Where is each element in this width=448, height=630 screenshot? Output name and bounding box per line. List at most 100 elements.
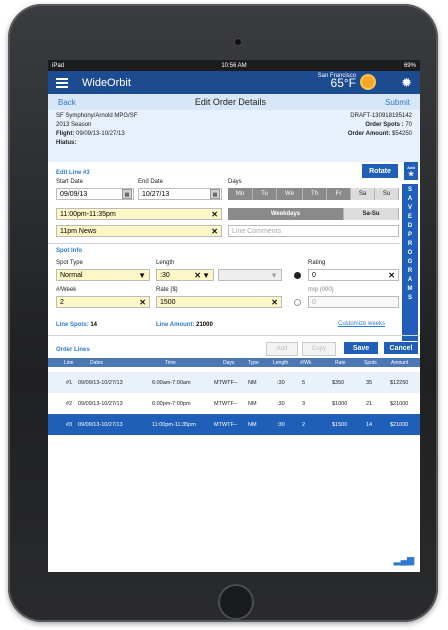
cell-per-week: 2	[302, 421, 306, 428]
order-header: SF Symphony/Arnold MPG/SF 2013 Season Fl…	[48, 110, 420, 162]
calendar-icon[interactable]: ▦	[122, 189, 132, 199]
end-date-label: End Date	[138, 179, 164, 185]
rating-label: Rating	[308, 260, 326, 266]
sun-icon	[362, 76, 374, 88]
clear-icon[interactable]: ✕	[211, 227, 218, 236]
menu-icon[interactable]	[56, 76, 68, 90]
day-mo[interactable]: Mo	[228, 188, 253, 200]
day-tu[interactable]: Tu	[253, 188, 277, 200]
col-line: Line	[64, 359, 74, 366]
draft-id: DRAFT-130918195142	[350, 113, 412, 119]
flight-label: Flight:	[56, 131, 75, 137]
rate-field[interactable]: 1500 ✕	[156, 296, 282, 308]
cell-dates: 09/09/13-10/27/13	[78, 421, 123, 428]
table-row[interactable]: #2 09/09/13-10/27/13 6:00pm-7:00pm MTWTF…	[48, 393, 420, 414]
clear-icon[interactable]: ✕	[388, 271, 395, 280]
cell-type: NM	[248, 421, 257, 428]
day-fr[interactable]: Fr	[327, 188, 351, 200]
imp-label: Imp (000)	[308, 287, 334, 293]
cell-amount: $12250	[390, 379, 409, 386]
save-button[interactable]: Save	[344, 342, 378, 354]
cell-per-week: 3	[302, 400, 306, 407]
chevron-down-icon[interactable]: ▼	[138, 271, 146, 280]
cell-type: NM	[248, 400, 257, 407]
line-comments-input[interactable]: Line Comments	[228, 225, 399, 237]
customize-weeks-link[interactable]: Customize weeks	[338, 321, 385, 327]
divider	[48, 335, 420, 336]
day-sa[interactable]: Sa	[351, 188, 375, 200]
rotate-button[interactable]: Rotate	[362, 164, 398, 178]
cell-spots: 21	[366, 400, 373, 407]
spot-type-select[interactable]: Normal ▼	[56, 269, 150, 281]
program-field[interactable]: 11pm News ✕	[56, 225, 222, 237]
cancel-button[interactable]: Cancel	[384, 342, 418, 354]
imp-field[interactable]: 0	[308, 296, 399, 308]
gear-icon[interactable]: ✹	[401, 75, 412, 91]
chevron-down-icon[interactable]: ▼	[270, 271, 278, 280]
imp-radio[interactable]	[294, 299, 301, 306]
add-line-button[interactable]: Add	[266, 342, 298, 356]
clear-icon[interactable]: ✕	[194, 271, 201, 280]
col-rate: Rate	[335, 359, 346, 366]
table-row[interactable]: #1 09/09/13-10/27/13 6:00am-7:00am MTWTF…	[48, 372, 420, 393]
weekdays-button[interactable]: Weekdays	[228, 208, 344, 220]
temperature: 65°F	[330, 76, 356, 90]
cell-dates: 09/09/13-10/27/13	[78, 379, 123, 386]
add-saved-button[interactable]: Add ★	[404, 162, 418, 180]
cell-dates: 09/09/13-10/27/13	[78, 400, 123, 407]
day-su[interactable]: Su	[375, 188, 399, 200]
battery: 69%	[403, 62, 416, 69]
line-spots-label: Line Spots:	[56, 322, 89, 328]
rating-radio[interactable]	[294, 272, 301, 279]
nav-bar: Back Edit Order Details Submit	[48, 94, 420, 110]
calendar-icon[interactable]: ▦	[210, 189, 220, 199]
per-week-field[interactable]: 2 ✕	[56, 296, 150, 308]
cell-days: MTWTF--	[214, 421, 238, 428]
order-lines-panel: Order Lines Add Copy Save Cancel Line Da…	[48, 340, 420, 572]
home-button[interactable]	[218, 584, 254, 620]
table-row-selected[interactable]: #3 09/09/13-10/27/13 11:00pm-11:35pm MTW…	[48, 414, 420, 435]
day-th[interactable]: Th	[303, 188, 327, 200]
length-label: Length	[156, 260, 175, 266]
length-secondary-select[interactable]: ▼	[218, 269, 282, 281]
col-amount: Amount	[391, 359, 409, 366]
clear-icon[interactable]: ✕	[271, 298, 278, 307]
chevron-down-icon[interactable]: ▼	[202, 271, 210, 280]
cell-amount: $21000	[390, 400, 409, 407]
order-spots: 70	[405, 122, 412, 128]
col-spots: Spots	[364, 359, 377, 366]
saved-programs-tab[interactable]: SAVED PROGRAMS	[402, 184, 418, 341]
cell-time: 6:00am-7:00am	[152, 379, 191, 386]
clock: 10:56 AM	[221, 62, 247, 69]
hiatus-label: Hiatus:	[56, 140, 77, 146]
day-we[interactable]: We	[277, 188, 303, 200]
time-value: 11:00pm-11:35pm	[60, 210, 116, 218]
col-dates: Dates	[90, 359, 104, 366]
line-amount-value: 21000	[196, 322, 213, 328]
length-value: :30	[160, 271, 170, 279]
back-button[interactable]: Back	[58, 98, 76, 107]
per-week-value: 2	[60, 298, 64, 306]
col-per-week: #/Wk	[300, 359, 312, 366]
cell-rate: $1000	[332, 400, 348, 407]
submit-button[interactable]: Submit	[385, 98, 410, 107]
clear-icon[interactable]: ✕	[211, 210, 218, 219]
time-field[interactable]: 11:00pm-11:35pm ✕	[56, 208, 222, 220]
sa-su-button[interactable]: Sa-Su	[344, 208, 399, 220]
order-spots-label: Order Spots :	[365, 122, 404, 128]
flight-dates: 09/09/13-10/27/13	[76, 131, 125, 137]
copy-line-button[interactable]: Copy	[302, 342, 336, 356]
status-bar: iPad 10:56 AM 69%	[48, 60, 420, 71]
cell-time: 6:00pm-7:00pm	[152, 400, 191, 407]
imp-value: 0	[312, 298, 316, 306]
cell-line: #2	[66, 400, 73, 407]
spot-info-title: Spot Info	[56, 248, 82, 254]
cell-days: MTWTF--	[214, 400, 238, 407]
cell-days: MTWTF--	[214, 379, 238, 386]
clear-icon[interactable]: ✕	[139, 298, 146, 307]
line-spots: Line Spots: 14	[56, 322, 97, 328]
start-date-label: Start Date	[56, 179, 84, 185]
length-select[interactable]: :30 ✕ ▼	[156, 269, 214, 281]
screen: iPad 10:56 AM 69% WideOrbit San Francisc…	[48, 60, 420, 572]
rating-field[interactable]: 0 ✕	[308, 269, 399, 281]
